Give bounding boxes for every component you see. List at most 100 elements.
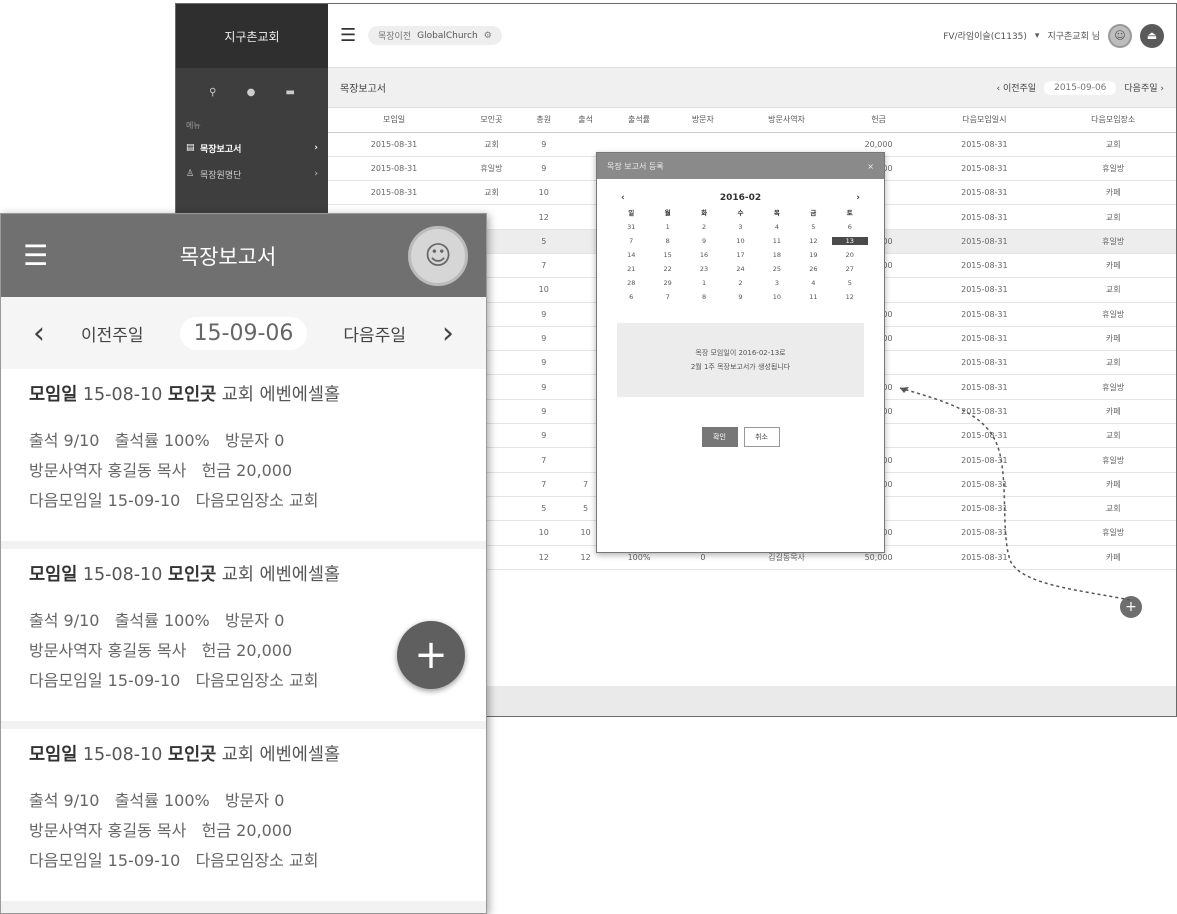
add-report-button[interactable]: + bbox=[397, 621, 465, 689]
table-cell: 7 bbox=[522, 472, 565, 497]
sidebar-item-label: 목장원명단 bbox=[200, 170, 242, 181]
search-icon[interactable]: ⚲ bbox=[209, 87, 216, 98]
page-title: 목장보고서 bbox=[179, 244, 277, 269]
calendar-day[interactable]: 11 bbox=[759, 237, 795, 245]
avatar[interactable]: ☺ bbox=[408, 225, 468, 286]
prev-month-icon[interactable]: ‹ bbox=[621, 193, 625, 203]
card-title: 모임일 15-08-10 모인곳 교회 에벤에셀홀 bbox=[29, 741, 464, 766]
calendar-day[interactable]: 31 bbox=[613, 223, 649, 231]
cancel-button[interactable]: 취소 bbox=[743, 427, 780, 447]
table-cell: 교회 bbox=[460, 180, 523, 206]
calendar-day[interactable]: 13 bbox=[831, 237, 868, 245]
table-cell: 휴일방 bbox=[1050, 229, 1176, 254]
calendar-day[interactable]: 29 bbox=[649, 279, 685, 287]
logout-icon[interactable]: ⏏ bbox=[1140, 23, 1164, 48]
calendar-day[interactable]: 10 bbox=[759, 293, 795, 301]
calendar-day[interactable]: 15 bbox=[649, 251, 685, 259]
calendar-day[interactable]: 14 bbox=[613, 251, 649, 259]
calendar-day[interactable]: 1 bbox=[686, 279, 722, 287]
table-cell: 교회 bbox=[1050, 423, 1176, 449]
calendar-icon[interactable]: ▬ bbox=[285, 87, 294, 98]
column-header: 출석 bbox=[564, 108, 607, 133]
avatar[interactable]: ☺ bbox=[1108, 23, 1132, 48]
meeting-place: 교회 에벤에셀홀 bbox=[221, 745, 341, 765]
caret-down-icon[interactable]: ▾ bbox=[1035, 31, 1040, 41]
calendar-day[interactable]: 27 bbox=[832, 265, 868, 273]
next-week-button[interactable]: 다음주일 › bbox=[1124, 81, 1164, 94]
weekday-label: 금 bbox=[810, 209, 817, 217]
close-icon[interactable]: × bbox=[867, 162, 874, 171]
attendance-line: 출석 9/10 출석률 100% 방문자 0 bbox=[29, 791, 285, 810]
week-date[interactable]: 2015-09-06 bbox=[1044, 80, 1117, 95]
chevron-left-icon[interactable]: ‹ bbox=[33, 316, 45, 351]
hamburger-menu-icon[interactable]: ☰ bbox=[23, 241, 48, 270]
calendar-day[interactable]: 11 bbox=[795, 293, 831, 301]
church-selector[interactable]: 목장이전 GlobalChurch ⚙ bbox=[368, 26, 502, 45]
hamburger-menu-icon[interactable]: ☰ bbox=[340, 25, 368, 46]
calendar-day[interactable]: 23 bbox=[686, 265, 722, 273]
meeting-date-label: 모임일 bbox=[29, 745, 78, 765]
report-icon: ▤ bbox=[186, 143, 195, 153]
page-header: 목장보고서 ‹ 이전주일 2015-09-06 다음주일 › bbox=[328, 68, 1176, 108]
calendar-day[interactable]: 28 bbox=[613, 279, 649, 287]
prev-week-button[interactable]: 이전주일 bbox=[81, 321, 144, 346]
card-title: 모임일 15-08-10 모인곳 교회 에벤에셀홀 bbox=[29, 561, 464, 586]
calendar-day[interactable]: 16 bbox=[686, 251, 722, 259]
calendar-day[interactable]: 12 bbox=[832, 293, 868, 301]
confirm-button[interactable]: 확인 bbox=[701, 427, 738, 447]
calendar-day[interactable]: 5 bbox=[832, 279, 868, 287]
calendar-grid: 일 월 화 수 목 금 토 31 1 2 3 4 5 6 7 8 9 10 11 12 13 14 15 16 17 18 19 20… bbox=[613, 207, 868, 301]
next-month-icon[interactable]: › bbox=[856, 193, 860, 203]
calendar-day[interactable]: 25 bbox=[759, 265, 795, 273]
calendar-day[interactable]: 22 bbox=[649, 265, 685, 273]
sidebar-item-report[interactable]: ▤ 목장보고서 › bbox=[176, 135, 328, 161]
calendar-day[interactable]: 6 bbox=[613, 293, 649, 301]
calendar-day[interactable]: 2 bbox=[722, 279, 758, 287]
report-card[interactable]: 모임일 15-08-10 모인곳 교회 에벤에셀홀출석 9/10 출석률 100… bbox=[1, 729, 486, 901]
chevron-right-icon[interactable]: › bbox=[442, 316, 454, 351]
table-cell: 휴일방 bbox=[1050, 156, 1176, 182]
calendar-day[interactable]: 20 bbox=[832, 251, 868, 259]
weekday-label: 수 bbox=[737, 209, 744, 217]
calendar-day[interactable]: 2 bbox=[686, 223, 722, 231]
calendar-day[interactable]: 21 bbox=[613, 265, 649, 273]
week-navigation: ‹ 이전주일 2015-09-06 다음주일 › bbox=[997, 80, 1164, 95]
calendar-day[interactable]: 9 bbox=[722, 293, 758, 301]
calendar-day[interactable]: 26 bbox=[795, 265, 831, 273]
table-cell: 교회 bbox=[460, 132, 523, 157]
calendar-day[interactable]: 7 bbox=[649, 293, 685, 301]
calendar-day[interactable]: 12 bbox=[795, 237, 831, 245]
column-header: 출석률 bbox=[606, 108, 672, 133]
calendar-day[interactable]: 24 bbox=[722, 265, 758, 273]
table-cell: 2015-08-31 bbox=[918, 423, 1051, 449]
calendar-day[interactable]: 3 bbox=[759, 279, 795, 287]
user-name: 지구촌교회 님 bbox=[1047, 32, 1100, 42]
calendar-day[interactable]: 3 bbox=[722, 223, 758, 231]
calendar-day[interactable]: 19 bbox=[795, 251, 831, 259]
calendar-day[interactable]: 10 bbox=[722, 237, 758, 245]
table-cell: 2015-08-31 bbox=[328, 132, 461, 157]
gear-icon[interactable]: ⚙ bbox=[484, 31, 492, 41]
table-cell: 휴일방 bbox=[1050, 374, 1176, 400]
calendar-day[interactable]: 9 bbox=[686, 237, 722, 245]
calendar-day[interactable]: 1 bbox=[649, 223, 685, 231]
report-card[interactable]: 모임일 15-08-10 모인곳 교회 에벤에셀홀 출석 9/10 출석률 100… bbox=[1, 369, 486, 541]
calendar-day[interactable]: 7 bbox=[613, 237, 649, 245]
calendar-day[interactable]: 6 bbox=[832, 223, 868, 231]
calendar-day[interactable]: 8 bbox=[686, 293, 722, 301]
calendar-day[interactable]: 8 bbox=[649, 237, 685, 245]
sidebar-item-members[interactable]: ♙ 목장원명단 › bbox=[176, 161, 328, 187]
drop-icon[interactable]: ● bbox=[247, 87, 256, 98]
user-select[interactable]: FV/라임이슬(C1135) bbox=[943, 29, 1027, 42]
next-week-button[interactable]: 다음주일 bbox=[343, 321, 406, 346]
calendar-day[interactable]: 5 bbox=[795, 223, 831, 231]
card-title: 모임일 15-08-10 모인곳 교회 에벤에셀홀 bbox=[29, 381, 464, 406]
calendar-day[interactable]: 4 bbox=[759, 223, 795, 231]
week-date[interactable]: 15-09-06 bbox=[179, 316, 308, 350]
calendar-day[interactable]: 18 bbox=[759, 251, 795, 259]
calendar-day[interactable]: 17 bbox=[722, 251, 758, 259]
sidebar-brand[interactable]: 지구촌교회 bbox=[176, 4, 328, 68]
prev-week-button[interactable]: ‹ 이전주일 bbox=[997, 81, 1037, 94]
add-report-fab-desktop[interactable]: + bbox=[1120, 596, 1142, 618]
calendar-day[interactable]: 4 bbox=[795, 279, 831, 287]
